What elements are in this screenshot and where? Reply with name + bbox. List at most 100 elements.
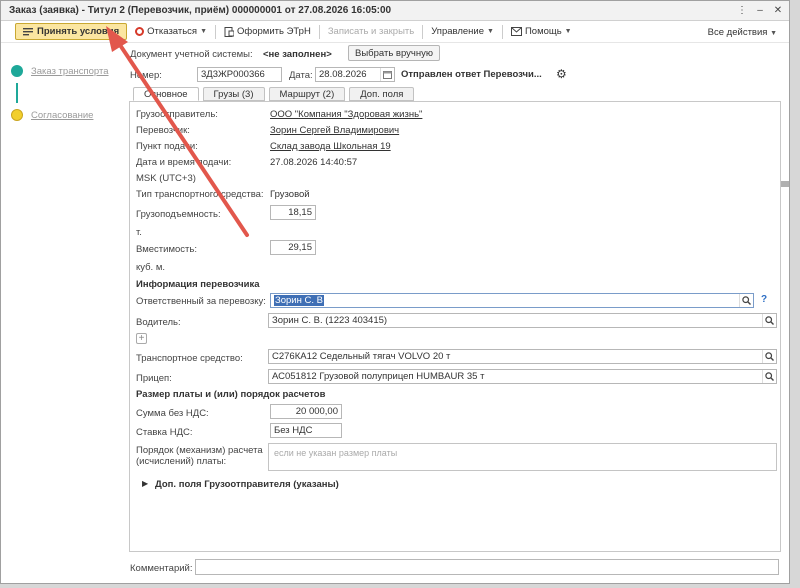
- comment-field[interactable]: [195, 559, 779, 575]
- capacity-unit: т.: [136, 227, 142, 238]
- chevron-right-icon[interactable]: ▶: [142, 479, 148, 488]
- window-title: Заказ (заявка) - Титул 2 (Перевозчик, пр…: [9, 5, 392, 16]
- chevron-down-icon: ▼: [770, 30, 777, 37]
- step-approval-label: Согласование: [31, 109, 94, 121]
- toolbar-divider: [501, 24, 503, 39]
- driver-label: Водитель:: [136, 317, 181, 328]
- responsible-field[interactable]: Зорин С. В: [270, 293, 754, 308]
- responsible-label: Ответственный за перевозку:: [136, 296, 266, 307]
- vehicle-field[interactable]: С276КА12 Седельный тягач VOLVO 20 т: [268, 349, 777, 364]
- save-close-button[interactable]: Записать и закрыть: [326, 26, 416, 37]
- tab-bar: Основное Грузы (3) Маршрут (2) Доп. поля: [133, 87, 415, 101]
- volume-label: Вместимость:: [136, 244, 197, 255]
- search-icon[interactable]: [762, 314, 776, 327]
- window-resize-handle[interactable]: [781, 181, 789, 187]
- accept-label: Принять условия: [37, 26, 120, 37]
- comment-label: Комментарий:: [130, 563, 193, 574]
- toolbar-divider: [318, 24, 320, 39]
- list-icon: [23, 28, 33, 36]
- capacity-field[interactable]: 18,15: [270, 205, 316, 220]
- volume-value: 29,15: [288, 242, 312, 253]
- responsible-value: Зорин С. В: [274, 295, 324, 306]
- step-done-icon: [11, 65, 23, 77]
- sum-value: 20 000,00: [295, 406, 338, 417]
- timezone-label: MSK (UTC+3): [136, 173, 196, 184]
- step-approval[interactable]: Согласование: [11, 107, 121, 123]
- tab-cargo-label: Грузы (3): [213, 88, 254, 100]
- datetime-value: 27.08.2026 14:40:57: [270, 157, 358, 168]
- carrier-link[interactable]: Зорин Сергей Владимирович: [270, 125, 399, 136]
- driver-field[interactable]: Зорин С. В. (1223 403415): [268, 313, 777, 328]
- chevron-down-icon: ▼: [200, 28, 208, 35]
- date-value: 28.08.2026: [319, 69, 367, 80]
- manage-button[interactable]: Управление ▼: [429, 26, 496, 37]
- save-close-label: Записать и закрыть: [327, 26, 415, 37]
- tab-main[interactable]: Основное: [133, 87, 199, 101]
- issue-etrn-button[interactable]: Оформить ЭТрН: [222, 26, 313, 37]
- vat-label: Ставка НДС:: [136, 427, 193, 438]
- step-order[interactable]: Заказ транспорта: [11, 63, 121, 79]
- tab-route[interactable]: Маршрут (2): [268, 87, 346, 101]
- issue-etrn-label: Оформить ЭТрН: [237, 26, 311, 37]
- volume-unit: куб. м.: [136, 262, 166, 273]
- number-label: Номер:: [130, 70, 162, 81]
- document-icon: [224, 26, 235, 37]
- pickup-link[interactable]: Склад завода Школьная 19: [270, 141, 391, 152]
- status-text: Отправлен ответ Перевозчи...: [401, 69, 542, 80]
- order-label-1: Порядок (механизм) расчета: [136, 445, 263, 456]
- select-manually-button[interactable]: Выбрать вручную: [348, 45, 440, 61]
- chevron-down-icon: ▼: [487, 28, 494, 35]
- toolbar-divider: [422, 24, 424, 39]
- volume-field[interactable]: 29,15: [270, 240, 316, 255]
- accept-conditions-button[interactable]: Принять условия: [15, 23, 128, 40]
- payment-order-textarea[interactable]: если не указан размер платы: [268, 443, 777, 471]
- search-icon[interactable]: [762, 370, 776, 383]
- shipper-link[interactable]: ООО "Компания "Здоровая жизнь": [270, 109, 422, 120]
- trailer-label: Прицеп:: [136, 373, 172, 384]
- carrier-info-title: Информация перевозчика: [136, 279, 260, 290]
- close-icon[interactable]: ✕: [771, 4, 785, 18]
- add-driver-button[interactable]: +: [136, 333, 147, 344]
- shipper-label: Грузоотправитель:: [136, 109, 218, 120]
- vat-field[interactable]: Без НДС: [270, 423, 342, 438]
- sum-label: Сумма без НДС:: [136, 408, 209, 419]
- step-order-label: Заказ транспорта: [31, 65, 109, 77]
- tab-route-label: Маршрут (2): [279, 88, 335, 100]
- help-button[interactable]: Помощь ▼: [509, 26, 574, 37]
- doc-system-value: <не заполнен>: [263, 49, 332, 60]
- more-icon[interactable]: ⋮: [735, 4, 749, 18]
- doc-system-label: Документ учетной системы:: [130, 49, 253, 60]
- vehicle-label: Транспортное средство:: [136, 353, 243, 364]
- all-actions-label: Все действия: [707, 27, 768, 38]
- trailer-value: АС051812 Грузовой полуприцеп HUMBAUR 35 …: [272, 371, 485, 382]
- sum-field[interactable]: 20 000,00: [270, 404, 342, 419]
- refuse-button[interactable]: Отказаться ▼: [133, 26, 209, 37]
- calendar-icon[interactable]: [380, 68, 394, 81]
- date-label: Дата:: [289, 70, 313, 81]
- tab-cargo[interactable]: Грузы (3): [202, 87, 265, 101]
- trailer-field[interactable]: АС051812 Грузовой полуприцеп HUMBAUR 35 …: [268, 369, 777, 384]
- tab-extra-label: Доп. поля: [360, 88, 404, 100]
- capacity-label: Грузоподъемность:: [136, 209, 221, 220]
- order-label-2: (исчислений) платы:: [136, 456, 227, 467]
- minimize-icon[interactable]: –: [753, 4, 767, 18]
- search-icon[interactable]: [762, 350, 776, 363]
- step-current-icon: [11, 109, 23, 121]
- all-actions-menu[interactable]: Все действия ▼: [708, 27, 777, 38]
- date-field[interactable]: 28.08.2026: [315, 67, 395, 82]
- number-field[interactable]: 3Д3ЖР000366: [197, 67, 282, 82]
- toolbar-divider: [215, 24, 217, 39]
- select-manually-label: Выбрать вручную: [355, 47, 433, 59]
- tab-main-label: Основное: [144, 88, 188, 100]
- step-connector: [16, 83, 18, 103]
- number-value: 3Д3ЖР000366: [201, 69, 265, 80]
- vehicle-value: С276КА12 Седельный тягач VOLVO 20 т: [272, 351, 451, 362]
- search-icon[interactable]: [739, 294, 753, 307]
- carrier-label: Перевозчик:: [136, 125, 190, 136]
- extra-fields-group[interactable]: Доп. поля Грузоотправителя (указаны): [155, 479, 339, 490]
- pickup-label: Пункт подачи:: [136, 141, 198, 152]
- help-icon[interactable]: ?: [761, 294, 767, 305]
- gear-icon[interactable]: ⚙: [556, 67, 567, 81]
- tab-extra-fields[interactable]: Доп. поля: [349, 87, 415, 101]
- payment-order-placeholder: если не указан размер платы: [274, 448, 398, 458]
